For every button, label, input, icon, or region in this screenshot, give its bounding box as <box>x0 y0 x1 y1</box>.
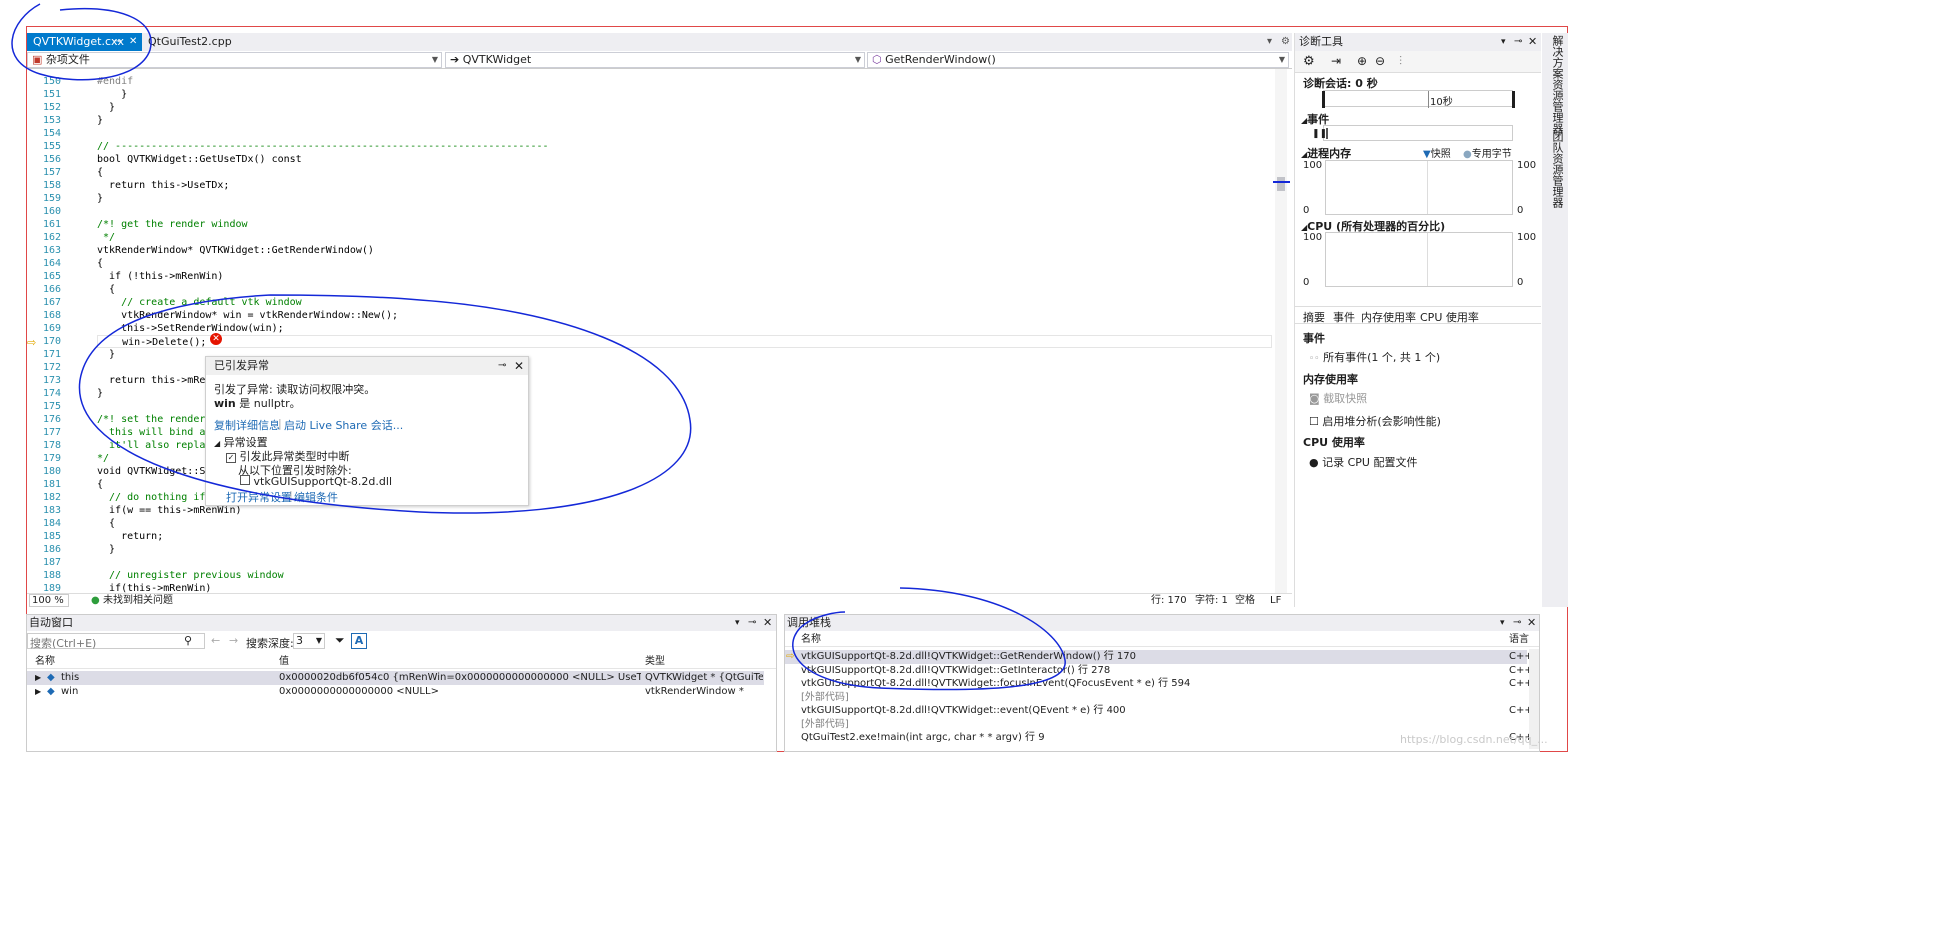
annotation-circle-tab <box>11 3 152 81</box>
vs-window: QVTKWidget.cxx ⊸ ✕ QtGuiTest2.cpp ▾ ⚙ ▣ … <box>0 0 1568 755</box>
annotation-circle-exception <box>78 294 692 514</box>
annotation-overlay <box>11 3 1290 691</box>
annotation-circle-callstack <box>792 587 1066 691</box>
